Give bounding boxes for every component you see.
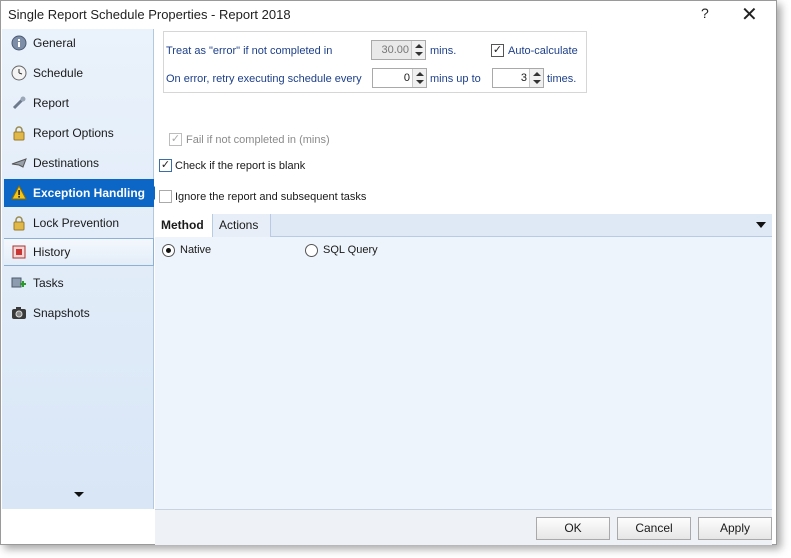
- exception-handling-panel: Treat as "error" if not completed in 30.…: [155, 29, 772, 509]
- sidebar-item-label: Destinations: [33, 156, 100, 170]
- treat-as-error-value: 30.00: [381, 44, 409, 56]
- spinner-buttons[interactable]: [412, 69, 426, 87]
- sidebar-item-snapshots[interactable]: Snapshots: [4, 299, 154, 327]
- fail-if-not-completed-label: Fail if not completed in (mins): [186, 134, 330, 146]
- retry-times-value: 3: [520, 72, 527, 84]
- chevron-down-icon[interactable]: [756, 222, 766, 228]
- info-icon: [10, 34, 28, 52]
- sidebar-item-label: Snapshots: [33, 306, 90, 320]
- retry-label: On error, retry executing schedule every: [166, 73, 362, 85]
- method-tab-body: Native SQL Query: [155, 237, 772, 509]
- lock-icon: [10, 214, 28, 232]
- history-icon: [10, 243, 28, 261]
- treat-unit-label: mins.: [430, 45, 457, 57]
- dialog-window: Single Report Schedule Properties - Repo…: [0, 0, 777, 545]
- sidebar-item-report-options[interactable]: Report Options: [4, 119, 154, 147]
- retry-times-spinner[interactable]: 3: [492, 68, 544, 88]
- help-button[interactable]: ?: [701, 5, 709, 21]
- retry-interval-value: 0: [403, 72, 410, 84]
- sidebar-item-lock-prevention[interactable]: Lock Prevention: [4, 209, 154, 237]
- ignore-report-label: Ignore the report and subsequent tasks: [175, 191, 367, 203]
- ignore-report-checkbox[interactable]: [159, 190, 172, 203]
- sidebar-item-report[interactable]: Report: [4, 89, 154, 117]
- spinner-buttons[interactable]: [529, 69, 543, 87]
- spinner-buttons[interactable]: [411, 41, 425, 59]
- sql-query-radio[interactable]: [305, 244, 318, 257]
- sql-query-label: SQL Query: [323, 244, 378, 256]
- sidebar-item-destinations[interactable]: Destinations: [4, 149, 154, 177]
- auto-calculate-checkbox[interactable]: ✓: [491, 44, 504, 57]
- sidebar-item-label: Lock Prevention: [33, 216, 120, 230]
- dialog-footer: OK Cancel Apply: [155, 509, 772, 545]
- timeout-group: Treat as "error" if not completed in 30.…: [163, 31, 587, 93]
- ok-button[interactable]: OK: [536, 517, 610, 540]
- title-bar: Single Report Schedule Properties - Repo…: [1, 1, 776, 29]
- sidebar-item-label: Exception Handling: [33, 186, 146, 200]
- cancel-button[interactable]: Cancel: [617, 517, 691, 540]
- close-button[interactable]: ✕: [741, 2, 758, 27]
- sidebar: General Schedule Report Report Options D…: [2, 29, 161, 509]
- sidebar-item-label: General: [33, 36, 76, 50]
- sidebar-item-schedule[interactable]: Schedule: [4, 59, 154, 87]
- camera-icon: [10, 304, 28, 322]
- auto-calculate-label: Auto-calculate: [508, 45, 578, 57]
- plane-icon: [10, 154, 28, 172]
- sidebar-item-label: History: [33, 245, 71, 259]
- native-radio[interactable]: [162, 244, 175, 257]
- clock-icon: [10, 64, 28, 82]
- sidebar-item-label: Report: [33, 96, 70, 110]
- check-blank-label: Check if the report is blank: [175, 160, 306, 172]
- apply-button[interactable]: Apply: [698, 517, 772, 540]
- warning-icon: [10, 184, 28, 202]
- sidebar-item-history[interactable]: History: [4, 238, 154, 266]
- lock-icon: [10, 124, 28, 142]
- wrench-icon: [10, 94, 28, 112]
- sidebar-item-tasks[interactable]: Tasks: [4, 269, 154, 297]
- tasks-icon: [10, 274, 28, 292]
- retry-interval-spinner[interactable]: 0: [372, 68, 427, 88]
- sidebar-item-label: Tasks: [33, 276, 64, 290]
- sidebar-item-label: Schedule: [33, 66, 84, 80]
- check-blank-checkbox[interactable]: ✓: [159, 159, 172, 172]
- native-label: Native: [180, 244, 212, 256]
- sidebar-item-exception-handling[interactable]: Exception Handling: [4, 179, 161, 207]
- treat-as-error-label: Treat as "error" if not completed in: [166, 45, 333, 57]
- tab-actions[interactable]: Actions: [213, 214, 271, 237]
- sidebar-item-label: Report Options: [33, 126, 114, 140]
- tab-method[interactable]: Method: [155, 214, 213, 237]
- treat-as-error-spinner[interactable]: 30.00: [371, 40, 426, 60]
- sidebar-item-general[interactable]: General: [4, 29, 154, 57]
- fail-if-not-completed-checkbox[interactable]: ✓: [169, 133, 182, 146]
- times-unit-label: times.: [547, 73, 577, 85]
- chevron-down-icon[interactable]: [74, 492, 84, 497]
- retry-unit-label: mins up to: [430, 73, 481, 85]
- window-title: Single Report Schedule Properties - Repo…: [8, 7, 291, 22]
- method-tabstrip: Method Actions: [155, 214, 772, 237]
